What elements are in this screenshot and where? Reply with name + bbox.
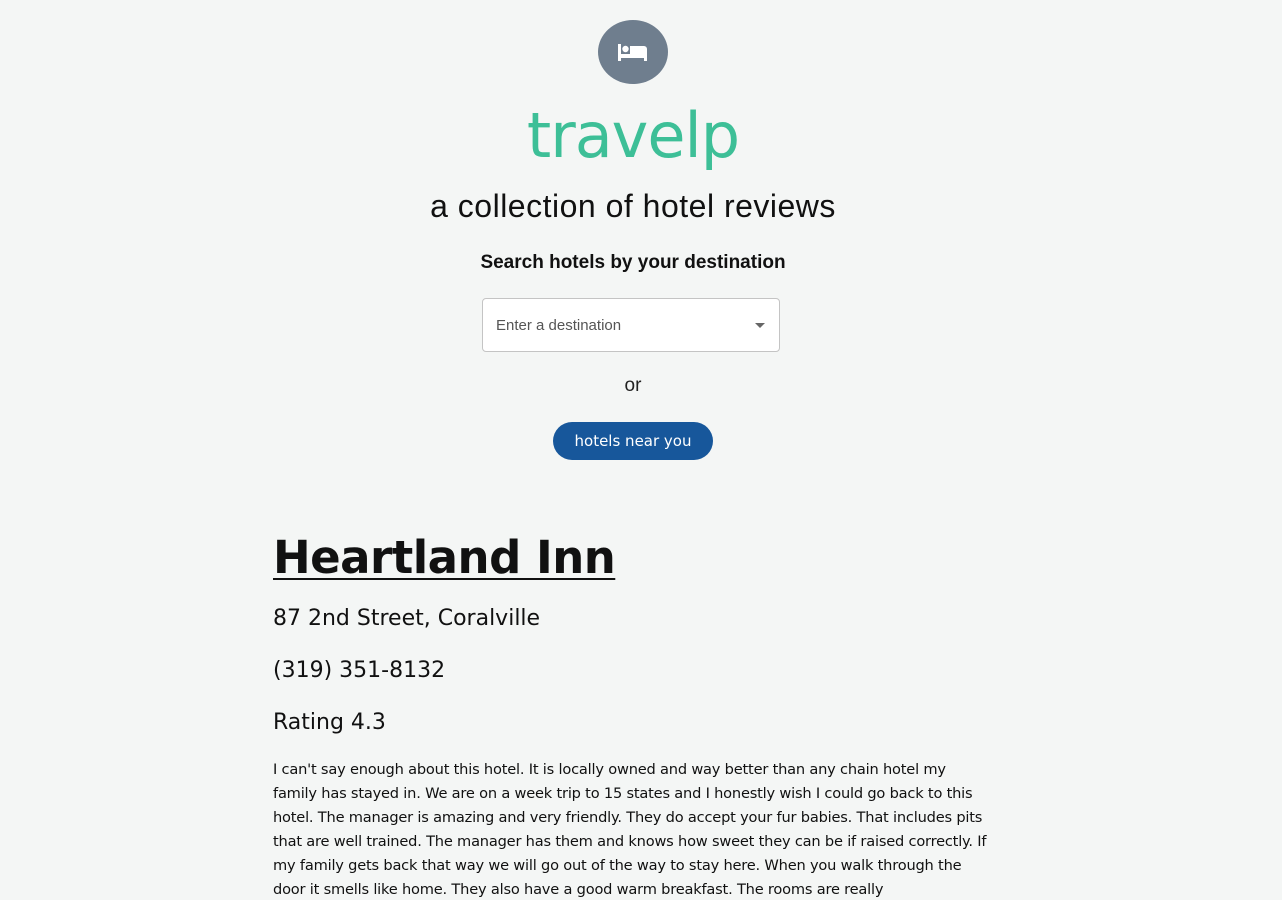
hotel-review: I can't say enough about this hotel. It … [273,761,987,898]
hotel-card: Heartland Inn 87 2nd Street, Coralville … [273,528,993,900]
search-heading: Search hotels by your destination [480,252,786,273]
or-separator: or [624,375,642,396]
dropdown-arrow-icon[interactable] [755,322,765,328]
hotel-name-link[interactable]: Heartland Inn [273,528,616,588]
hotel-address: 87 2nd Street, Coralville [273,606,541,631]
hotels-near-you-button[interactable]: hotels near you [553,422,713,460]
hotel-phone: (319) 351-8132 [273,658,446,683]
brand-title: travelp [526,99,740,172]
destination-placeholder: Enter a destination [496,316,622,334]
destination-select[interactable]: Enter a destination [482,298,780,352]
bed-icon [618,44,647,61]
logo-badge [598,20,668,84]
page: travelp a collection of hotel reviews Se… [0,0,1282,900]
tagline: a collection of hotel reviews [430,188,836,224]
hotel-rating: Rating 4.3 [273,710,386,735]
